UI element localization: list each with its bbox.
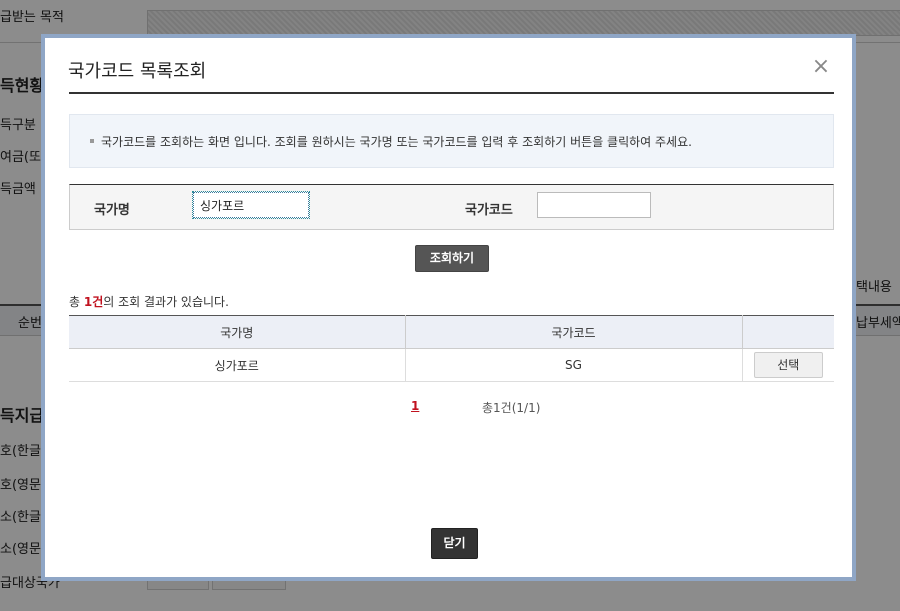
cell-action: 선택 [742,348,834,382]
table-header-row: 국가명 국가코드 [69,315,834,349]
country-code-input[interactable] [537,192,651,218]
search-form: 국가명 국가코드 [69,184,834,230]
close-button[interactable]: 닫기 [431,528,478,559]
column-header-country-name: 국가명 [69,315,406,349]
modal-frame: 국가코드 목록조회 × 국가코드를 조회하는 화면 입니다. 조회를 원하시는 … [41,34,856,581]
page-total-text: 총1건(1/1) [482,401,541,415]
result-table: 국가명 국가코드 싱가포르 SG 선택 [69,315,834,382]
page-link-current[interactable]: 1 [411,399,419,413]
country-name-input[interactable] [192,191,310,219]
result-summary: 총 1건의 조회 결과가 있습니다. [69,293,229,310]
cell-country-name: 싱가포르 [69,348,406,382]
dialog-title: 국가코드 목록조회 [68,61,207,82]
bullet-icon [90,139,94,143]
result-summary-prefix: 총 [69,295,84,309]
result-count: 1건 [83,295,104,309]
country-code-dialog: 국가코드 목록조회 × 국가코드를 조회하는 화면 입니다. 조회를 원하시는 … [45,38,852,577]
country-code-label: 국가코드 [465,203,513,218]
column-header-action [742,315,834,349]
select-button[interactable]: 선택 [753,352,823,378]
close-icon[interactable]: × [810,56,832,78]
search-button[interactable]: 조회하기 [415,245,489,272]
info-text: 국가코드를 조회하는 화면 입니다. 조회를 원하시는 국가명 또는 국가코드를… [101,135,692,149]
result-summary-suffix: 의 조회 결과가 있습니다. [103,295,229,309]
table-row: 싱가포르 SG 선택 [69,348,834,382]
column-header-country-code: 국가코드 [405,315,743,349]
info-box: 국가코드를 조회하는 화면 입니다. 조회를 원하시는 국가명 또는 국가코드를… [69,114,834,168]
title-divider [69,92,834,94]
cell-country-code: SG [405,348,743,382]
country-name-label: 국가명 [94,203,130,218]
pagination: 1 총1건(1/1) [45,399,852,419]
